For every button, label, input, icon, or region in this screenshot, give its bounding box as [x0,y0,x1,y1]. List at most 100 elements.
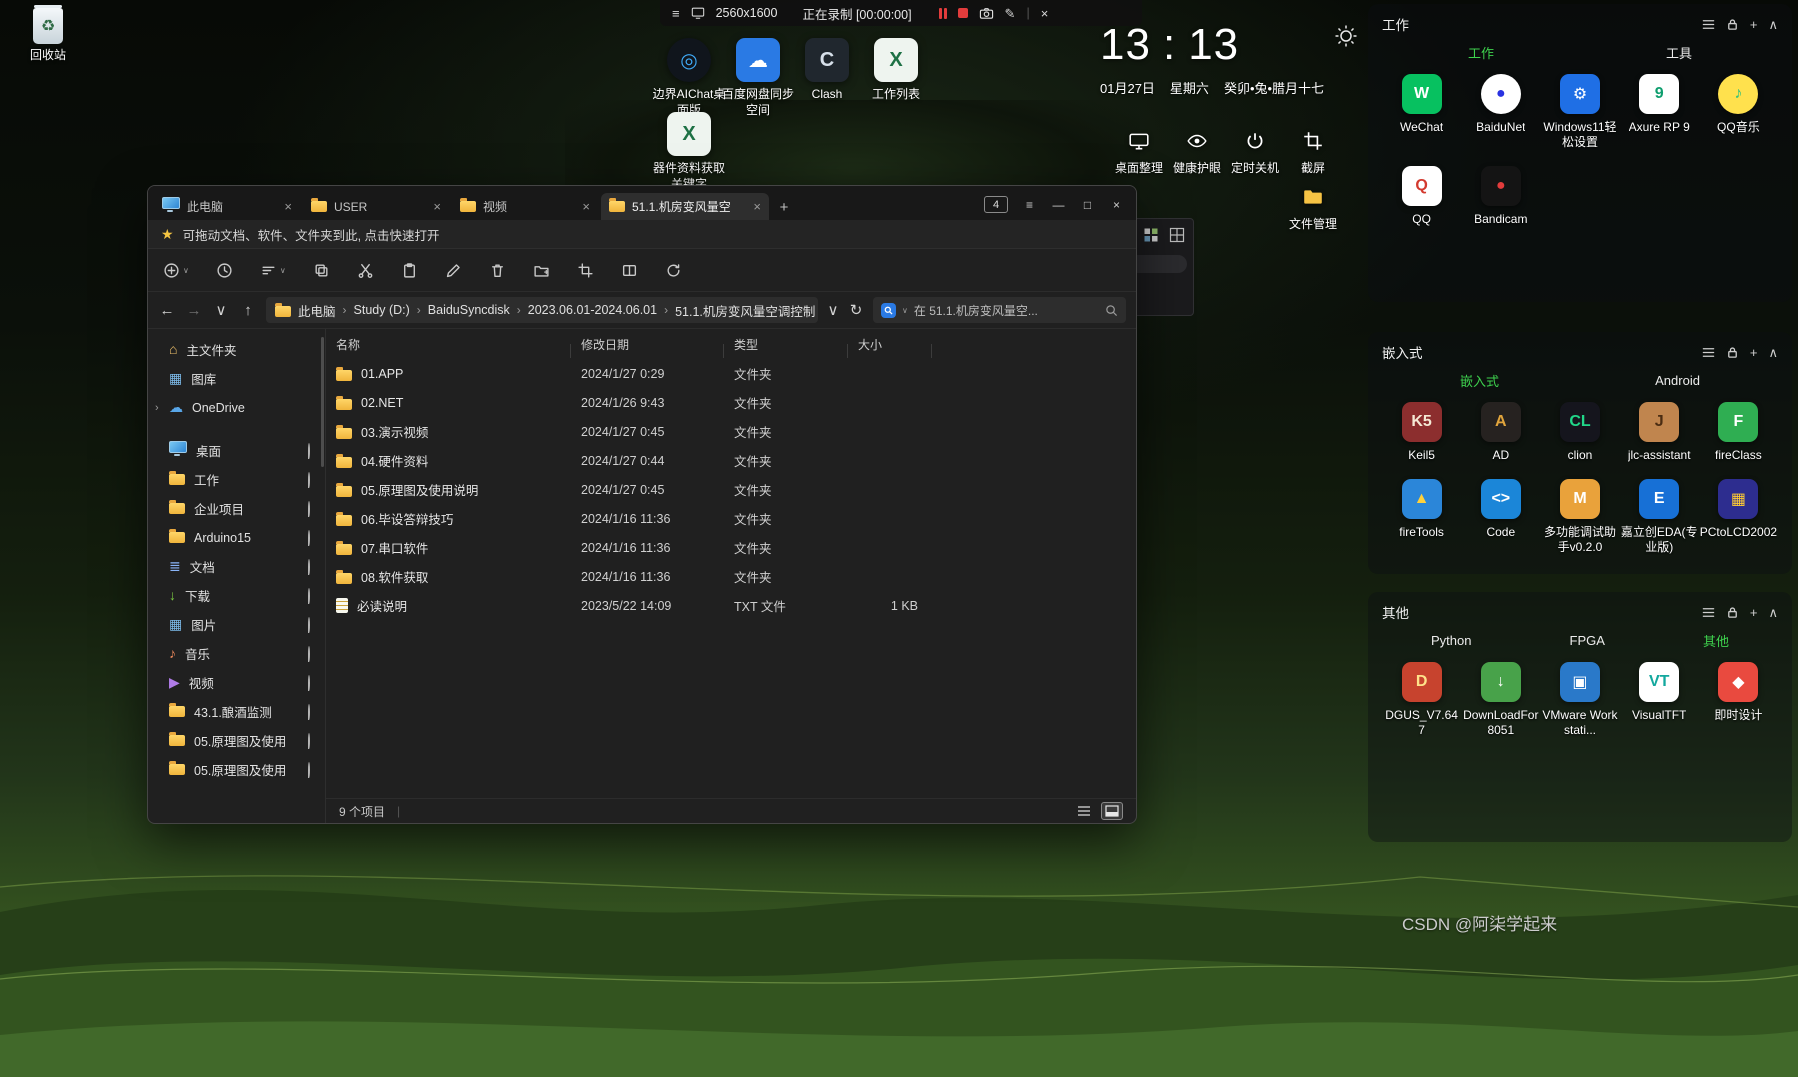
pencil-icon[interactable]: ✎ [1005,7,1016,20]
utility-icon-file-manager[interactable]: 文件管理 [1285,186,1341,233]
app-clion[interactable]: CL clion [1540,402,1619,463]
breadcrumb-item[interactable]: 51.1.机房变风量空调控制 [675,301,815,320]
app-debug-assistant[interactable]: M 多功能调试助手v0.2.0 [1540,479,1619,555]
app-vscode[interactable]: <> Code [1461,479,1540,555]
panel-collapse-icon[interactable]: ∧ [1768,606,1778,619]
camera-icon[interactable] [979,6,994,21]
explorer-tab[interactable]: USER × [303,193,449,220]
copy-button[interactable] [313,262,330,279]
explorer-tab[interactable]: 视频 × [452,193,598,220]
window-menu-icon[interactable]: ≡ [1016,198,1043,212]
sidebar-item[interactable]: › 工作 [151,465,322,494]
sidebar-item[interactable]: › ♪ 音乐 [151,639,322,668]
new-tab-button[interactable]: + [772,194,796,220]
utility-icon-screenshot[interactable]: 截屏 [1285,130,1341,177]
stop-recording-icon[interactable] [957,8,968,18]
recycle-bin[interactable]: ♻ 回收站 [16,5,80,64]
crop-screenshot-button[interactable] [577,262,594,279]
explorer-tab[interactable]: 51.1.机房变风量空 × [601,193,769,220]
column-header-name[interactable]: 名称 [326,336,571,358]
column-header-date[interactable]: 修改日期 [571,336,724,358]
app-visualtft[interactable]: VT VisualTFT [1620,662,1699,738]
sidebar-item[interactable]: › ▦ 图片 [151,610,322,639]
panel-tab[interactable]: Android [1655,373,1700,388]
panel-lock-icon[interactable] [1726,346,1739,359]
panel-tab[interactable]: 工具 [1666,43,1692,62]
recorder-menu-icon[interactable]: ≡ [672,7,680,20]
search-icon[interactable] [1105,304,1118,317]
new-item-button[interactable]: ∨ [163,262,189,279]
sidebar-item[interactable]: › 企业项目 [151,494,322,523]
sidebar-item[interactable]: › ▶ 视频 [151,668,322,697]
panel-list-icon[interactable] [1702,606,1715,619]
file-row[interactable]: 08.软件获取 2024/1/16 11:36 文件夹 [326,562,1136,591]
quick-open-bar[interactable]: ★ 可拖动文档、软件、文件夹到此, 点击快速打开 [148,220,1136,249]
maximize-button[interactable]: □ [1074,198,1101,212]
sidebar-scrollbar[interactable] [321,337,324,467]
panel-add-icon[interactable]: + [1750,18,1758,31]
desktop-icon-device-doc[interactable]: X 器件资料获取关键字 [651,112,727,192]
sidebar-item[interactable]: › 05.原理图及使用 [151,755,322,784]
pause-recording-icon[interactable] [938,7,947,19]
app-downloadfor8051[interactable]: ↓ DownLoadFor8051 [1461,662,1540,738]
app-bandicam[interactable]: ● Bandicam [1461,166,1540,227]
panel-list-icon[interactable] [1702,346,1715,359]
refresh-button[interactable] [665,262,682,279]
cut-button[interactable] [357,262,374,279]
app-jishisheji[interactable]: ◆ 即时设计 [1699,662,1778,738]
column-header-type[interactable]: 类型 [724,336,848,358]
app-fireclass[interactable]: F fireClass [1699,402,1778,463]
panel-collapse-icon[interactable]: ∧ [1768,346,1778,359]
back-icon[interactable]: ← [158,302,176,319]
rename-button[interactable] [445,262,462,279]
sidebar-item[interactable]: › 桌面 [151,436,322,465]
breadcrumb-item[interactable]: 此电脑 [298,301,336,320]
new-folder-button[interactable] [533,262,550,279]
up-icon[interactable]: ↑ [239,302,257,319]
tab-close-icon[interactable]: × [284,200,292,213]
close-recorder-icon[interactable]: × [1041,7,1049,20]
sidebar-item[interactable]: › ⌂ 主文件夹 [151,335,322,364]
panel-add-icon[interactable]: + [1750,346,1758,359]
breadcrumb-item[interactable]: Study (D:) [354,303,410,317]
recent-history-button[interactable] [216,262,233,279]
tab-close-icon[interactable]: × [433,200,441,213]
panel-list-icon[interactable] [1702,18,1715,31]
address-dropdown-icon[interactable]: ∨ [827,301,839,319]
app-dgus[interactable]: D DGUS_V7.647 [1382,662,1461,738]
sidebar-item[interactable]: › 43.1.酿酒监测 [151,697,322,726]
app-jlc-eda[interactable]: E 嘉立创EDA(专业版) [1620,479,1699,555]
breadcrumb[interactable]: 此电脑 › Study (D:) › BaiduSyncdisk › 2023.06.01-… [266,297,818,323]
desktop-icon-clash[interactable]: C Clash [789,38,865,103]
panel-tab[interactable]: FPGA [1570,633,1605,648]
utility-icon-desktop-organize[interactable]: 桌面整理 [1111,130,1167,177]
minimize-button[interactable]: — [1045,198,1072,212]
details-view-toggle[interactable] [1101,802,1123,820]
file-row[interactable]: 05.原理图及使用说明 2024/1/27 0:45 文件夹 [326,475,1136,504]
file-row[interactable]: 03.演示视频 2024/1/27 0:45 文件夹 [326,417,1136,446]
sidebar-item[interactable]: › ☁ OneDrive [151,393,322,422]
tab-close-icon[interactable]: × [582,200,590,213]
search-input[interactable]: ∨ 在 51.1.机房变风量空... [873,297,1126,323]
address-refresh-icon[interactable]: ↻ [848,301,864,319]
file-row[interactable]: 01.APP 2024/1/27 0:29 文件夹 [326,359,1136,388]
desktop-icon-baidu-sync[interactable]: ☁ 百度网盘同步空间 [720,38,796,118]
app-qq-music[interactable]: ♪ QQ音乐 [1699,74,1778,150]
forward-icon[interactable]: → [185,302,203,319]
file-row[interactable]: 07.串口软件 2024/1/16 11:36 文件夹 [326,533,1136,562]
panel-tab[interactable]: 嵌入式 [1460,371,1499,390]
utility-icon-timed-shutdown[interactable]: 定时关机 [1227,130,1283,177]
app-pctolcd[interactable]: ▦ PCtoLCD2002 [1699,479,1778,555]
column-header-size[interactable]: 大小 [848,336,932,358]
app-vmware[interactable]: ▣ VMware Workstati... [1540,662,1619,738]
app-qq[interactable]: Q QQ [1382,166,1461,227]
desktop-icon-aichat[interactable]: ◎ 边界AIChat桌面版 [651,38,727,118]
view-options-button[interactable] [621,262,638,279]
clock-widget[interactable]: 13 : 13 01月27日 星期六 癸卯•兔•腊月十七 [1100,20,1358,97]
desktop-icon-work-list[interactable]: X 工作列表 [858,38,934,103]
sidebar-item[interactable]: › ↓ 下载 [151,581,322,610]
sort-button[interactable]: ∨ [260,262,286,279]
file-row[interactable]: 02.NET 2024/1/26 9:43 文件夹 [326,388,1136,417]
app-win11-settings[interactable]: ⚙ Windows11轻松设置 [1540,74,1619,150]
panel-add-icon[interactable]: + [1750,606,1758,619]
